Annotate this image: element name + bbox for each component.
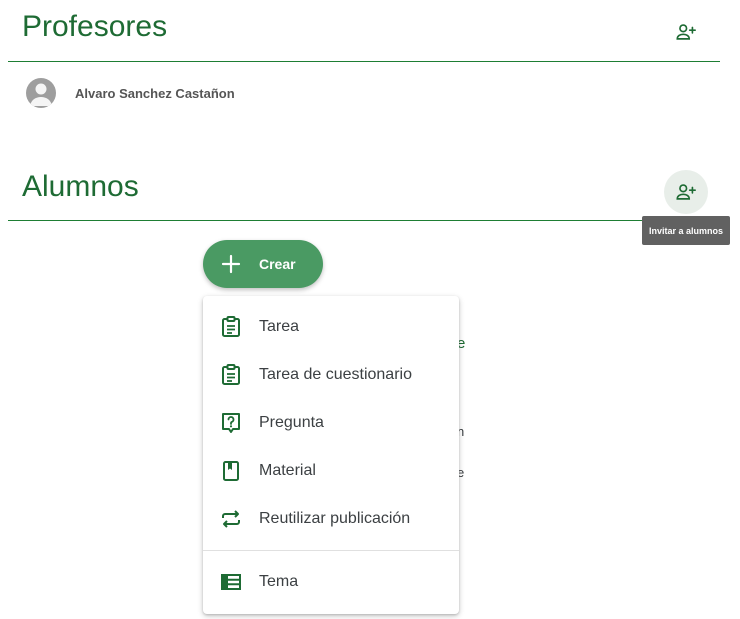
menu-item-label: Tema	[259, 573, 299, 590]
add-teacher-button[interactable]	[664, 10, 708, 54]
menu-item-label: Pregunta	[259, 414, 324, 431]
create-menu: Tarea Tarea de cuestionario Pregunta Mat…	[203, 296, 459, 614]
question-icon	[222, 413, 240, 433]
teacher-name: Alvaro Sanchez Castañon	[75, 85, 235, 101]
menu-divider	[203, 550, 459, 551]
menu-item-label: Tarea de cuestionario	[259, 366, 412, 383]
quiz-assignment-icon	[222, 364, 240, 385]
menu-item-assignment[interactable]: Tarea	[203, 303, 459, 351]
teachers-title: Profesores	[22, 10, 168, 43]
menu-item-reuse-post[interactable]: Reutilizar publicación	[203, 495, 459, 543]
invite-students-tooltip: Invitar a alumnos	[642, 216, 731, 245]
teachers-divider	[8, 61, 720, 62]
menu-item-question[interactable]: Pregunta	[203, 399, 459, 447]
menu-item-topic[interactable]: Tema	[203, 558, 459, 606]
person-add-icon	[676, 24, 696, 40]
book-icon	[223, 461, 239, 481]
assignment-icon	[222, 316, 240, 337]
teacher-row[interactable]: Alvaro Sanchez Castañon	[26, 78, 235, 108]
menu-item-material[interactable]: Material	[203, 447, 459, 495]
menu-item-label: Material	[259, 462, 316, 479]
create-button[interactable]: Crear	[203, 240, 323, 288]
plus-icon	[221, 254, 241, 274]
create-button-label: Crear	[259, 256, 296, 272]
topic-list-icon	[221, 574, 241, 590]
students-divider	[8, 220, 720, 221]
repeat-icon	[222, 510, 240, 528]
menu-item-quiz-assignment[interactable]: Tarea de cuestionario	[203, 351, 459, 399]
students-title: Alumnos	[22, 170, 139, 203]
person-add-icon	[676, 184, 696, 200]
avatar	[26, 78, 56, 108]
invite-students-button[interactable]	[664, 170, 708, 214]
menu-item-label: Tarea	[259, 318, 300, 335]
menu-item-label: Reutilizar publicación	[259, 510, 411, 527]
